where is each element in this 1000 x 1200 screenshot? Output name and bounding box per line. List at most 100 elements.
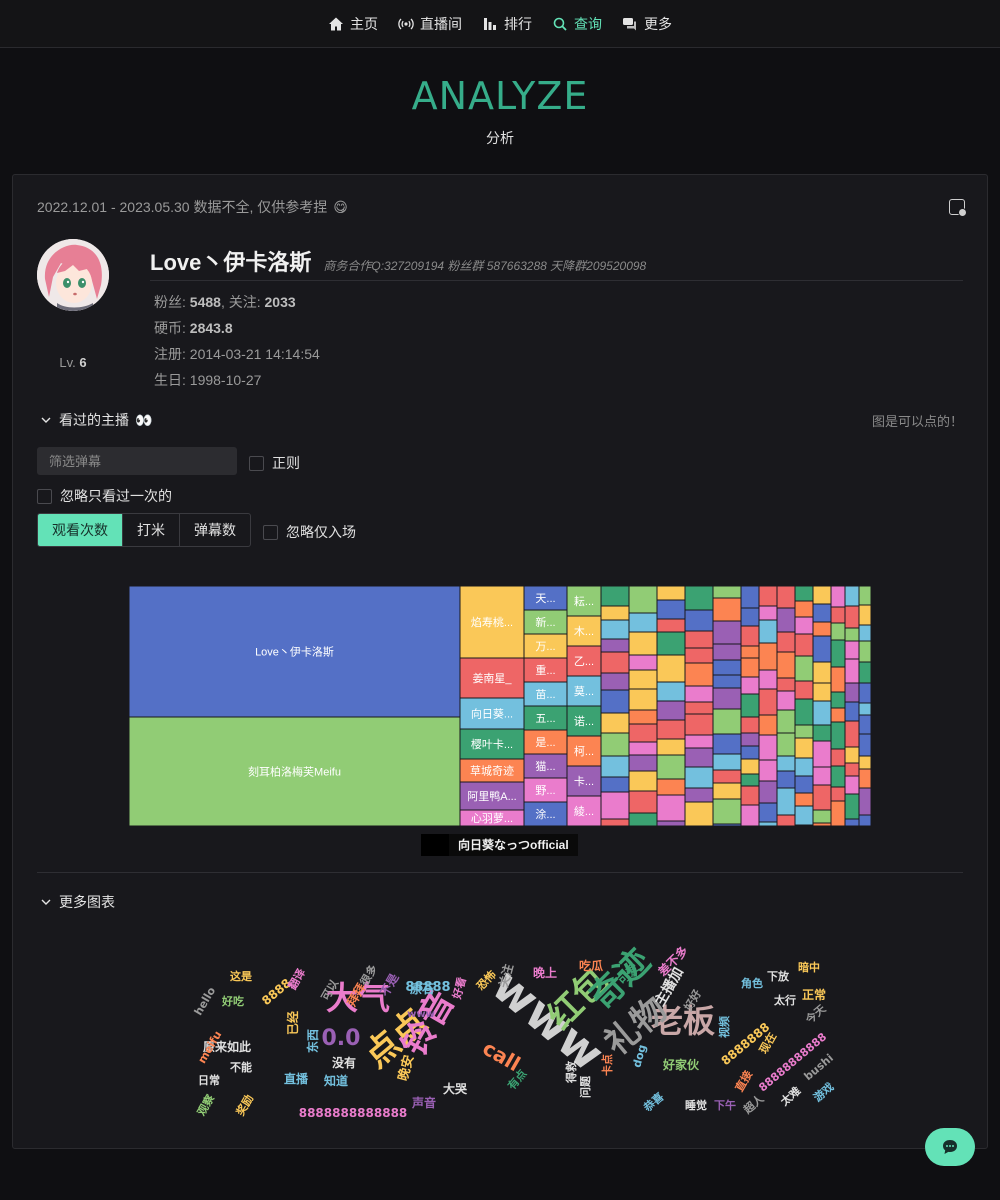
treemap-small-node[interactable] bbox=[684, 685, 714, 703]
treemap-small-node[interactable] bbox=[776, 677, 796, 692]
nav-item-live-room[interactable]: 直播间 bbox=[398, 14, 462, 34]
treemap-small-node[interactable] bbox=[740, 693, 760, 718]
checkbox-box[interactable] bbox=[37, 488, 52, 504]
treemap-small-node[interactable] bbox=[628, 631, 658, 656]
treemap-small-node[interactable] bbox=[858, 787, 871, 816]
treemap-small-node[interactable] bbox=[830, 691, 846, 709]
treemap-small-node[interactable] bbox=[628, 741, 658, 756]
treemap-small-node[interactable] bbox=[656, 820, 686, 826]
treemap-small-node[interactable] bbox=[740, 586, 760, 609]
checkbox-box[interactable] bbox=[249, 455, 264, 471]
treemap-small-node[interactable] bbox=[656, 618, 686, 633]
treemap-small-node[interactable] bbox=[740, 657, 760, 678]
treemap-node-main[interactable]: Love丶伊卡洛斯 bbox=[129, 586, 461, 718]
treemap-small-node[interactable] bbox=[740, 758, 760, 775]
screenshot-icon[interactable] bbox=[949, 199, 967, 217]
treemap-small-node[interactable] bbox=[794, 757, 814, 777]
treemap-small-node[interactable] bbox=[740, 607, 760, 627]
treemap-small-node[interactable] bbox=[794, 586, 814, 602]
treemap-small-node[interactable] bbox=[812, 809, 832, 824]
treemap-small-node[interactable] bbox=[830, 666, 846, 693]
treemap-small-node[interactable] bbox=[830, 606, 846, 624]
treemap-small-node[interactable] bbox=[600, 638, 630, 653]
checkbox-box[interactable] bbox=[263, 524, 278, 540]
treemap-small-node[interactable] bbox=[628, 612, 658, 633]
treemap-small-node[interactable] bbox=[830, 707, 846, 723]
treemap-node-second[interactable]: 刻耳柏洛梅芙Meifu bbox=[129, 716, 461, 826]
treemap-node[interactable]: 天... bbox=[523, 586, 568, 611]
treemap-small-node[interactable] bbox=[844, 818, 860, 826]
treemap-small-node[interactable] bbox=[656, 719, 686, 740]
treemap-small-node[interactable] bbox=[858, 624, 871, 642]
treemap-small-node[interactable] bbox=[600, 818, 630, 826]
treemap-small-node[interactable] bbox=[794, 737, 814, 759]
nav-item-rank[interactable]: 排行 bbox=[482, 14, 532, 34]
treemap-small-node[interactable] bbox=[812, 682, 832, 702]
treemap-small-node[interactable] bbox=[794, 616, 814, 635]
treemap-node[interactable]: 柯... bbox=[566, 735, 602, 767]
treemap-small-node[interactable] bbox=[656, 794, 686, 822]
tab-danmaku-count[interactable]: 弹幕数 bbox=[180, 514, 250, 546]
treemap-node[interactable]: 重... bbox=[523, 657, 568, 683]
treemap-small-node[interactable] bbox=[844, 701, 860, 722]
treemap-small-node[interactable] bbox=[600, 791, 630, 820]
treemap-node[interactable]: 焰寿桃... bbox=[459, 586, 525, 659]
treemap-small-node[interactable] bbox=[684, 801, 714, 826]
treemap-node[interactable]: 万... bbox=[523, 633, 568, 659]
treemap-small-node[interactable] bbox=[740, 676, 760, 695]
treemap-small-node[interactable] bbox=[712, 708, 742, 735]
treemap-node[interactable]: 涂... bbox=[523, 801, 568, 826]
treemap-node[interactable]: 卡... bbox=[566, 765, 602, 797]
treemap-small-node[interactable] bbox=[740, 773, 760, 787]
treemap-node[interactable]: 莫... bbox=[566, 675, 602, 707]
treemap-small-node[interactable] bbox=[858, 586, 871, 606]
treemap-small-node[interactable] bbox=[812, 700, 832, 726]
treemap-small-node[interactable] bbox=[758, 619, 778, 644]
treemap-small-node[interactable] bbox=[758, 669, 778, 690]
treemap-small-node[interactable] bbox=[812, 740, 832, 768]
treemap-small-node[interactable] bbox=[812, 621, 832, 637]
treemap-node[interactable]: 綾... bbox=[566, 795, 602, 826]
treemap-small-node[interactable] bbox=[684, 647, 714, 664]
treemap-small-node[interactable] bbox=[812, 603, 832, 623]
treemap-small-node[interactable] bbox=[830, 721, 846, 750]
treemap-small-node[interactable] bbox=[858, 714, 871, 735]
treemap-small-node[interactable] bbox=[844, 720, 860, 748]
treemap-small-node[interactable] bbox=[776, 586, 796, 609]
treemap-small-node[interactable] bbox=[712, 659, 742, 676]
treemap-node[interactable]: 耘... bbox=[566, 586, 602, 617]
treemap-small-node[interactable] bbox=[830, 639, 846, 668]
treemap-small-node[interactable] bbox=[712, 733, 742, 755]
treemap-small-node[interactable] bbox=[858, 768, 871, 789]
danmaku-filter-input[interactable] bbox=[37, 447, 237, 475]
treemap-small-node[interactable] bbox=[844, 627, 860, 642]
treemap-small-node[interactable] bbox=[844, 605, 860, 629]
treemap-small-node[interactable] bbox=[712, 769, 742, 784]
treemap-small-node[interactable] bbox=[758, 688, 778, 716]
treemap-small-node[interactable] bbox=[812, 635, 832, 663]
streamer-treemap[interactable]: Love丶伊卡洛斯刻耳柏洛梅芙Meifu 焰寿桃... 姜南星_ 向日葵... 樱叶卡.… bbox=[129, 586, 871, 826]
treemap-small-node[interactable] bbox=[812, 784, 832, 811]
treemap-small-node[interactable] bbox=[656, 738, 686, 756]
treemap-node[interactable]: 姜南星_ bbox=[459, 657, 525, 699]
treemap-small-node[interactable] bbox=[794, 698, 814, 726]
treemap-node[interactable]: 草城奇迹 bbox=[459, 758, 525, 783]
treemap-small-node[interactable] bbox=[712, 597, 742, 622]
treemap-small-node[interactable] bbox=[776, 631, 796, 653]
treemap-small-node[interactable] bbox=[656, 700, 686, 721]
treemap-small-node[interactable] bbox=[628, 586, 658, 614]
treemap-small-node[interactable] bbox=[712, 620, 742, 645]
treemap-small-node[interactable] bbox=[628, 669, 658, 690]
treemap-small-node[interactable] bbox=[600, 586, 630, 607]
treemap-small-node[interactable] bbox=[758, 586, 778, 607]
treemap-small-node[interactable] bbox=[712, 643, 742, 661]
treemap-small-node[interactable] bbox=[628, 654, 658, 671]
treemap-node[interactable]: 新... bbox=[523, 609, 568, 635]
treemap-small-node[interactable] bbox=[712, 687, 742, 710]
treemap-small-node[interactable] bbox=[844, 746, 860, 764]
treemap-small-node[interactable] bbox=[712, 753, 742, 771]
treemap-small-node[interactable] bbox=[844, 775, 860, 795]
treemap-small-node[interactable] bbox=[812, 724, 832, 742]
treemap-small-node[interactable] bbox=[776, 732, 796, 757]
treemap-small-node[interactable] bbox=[712, 674, 742, 689]
